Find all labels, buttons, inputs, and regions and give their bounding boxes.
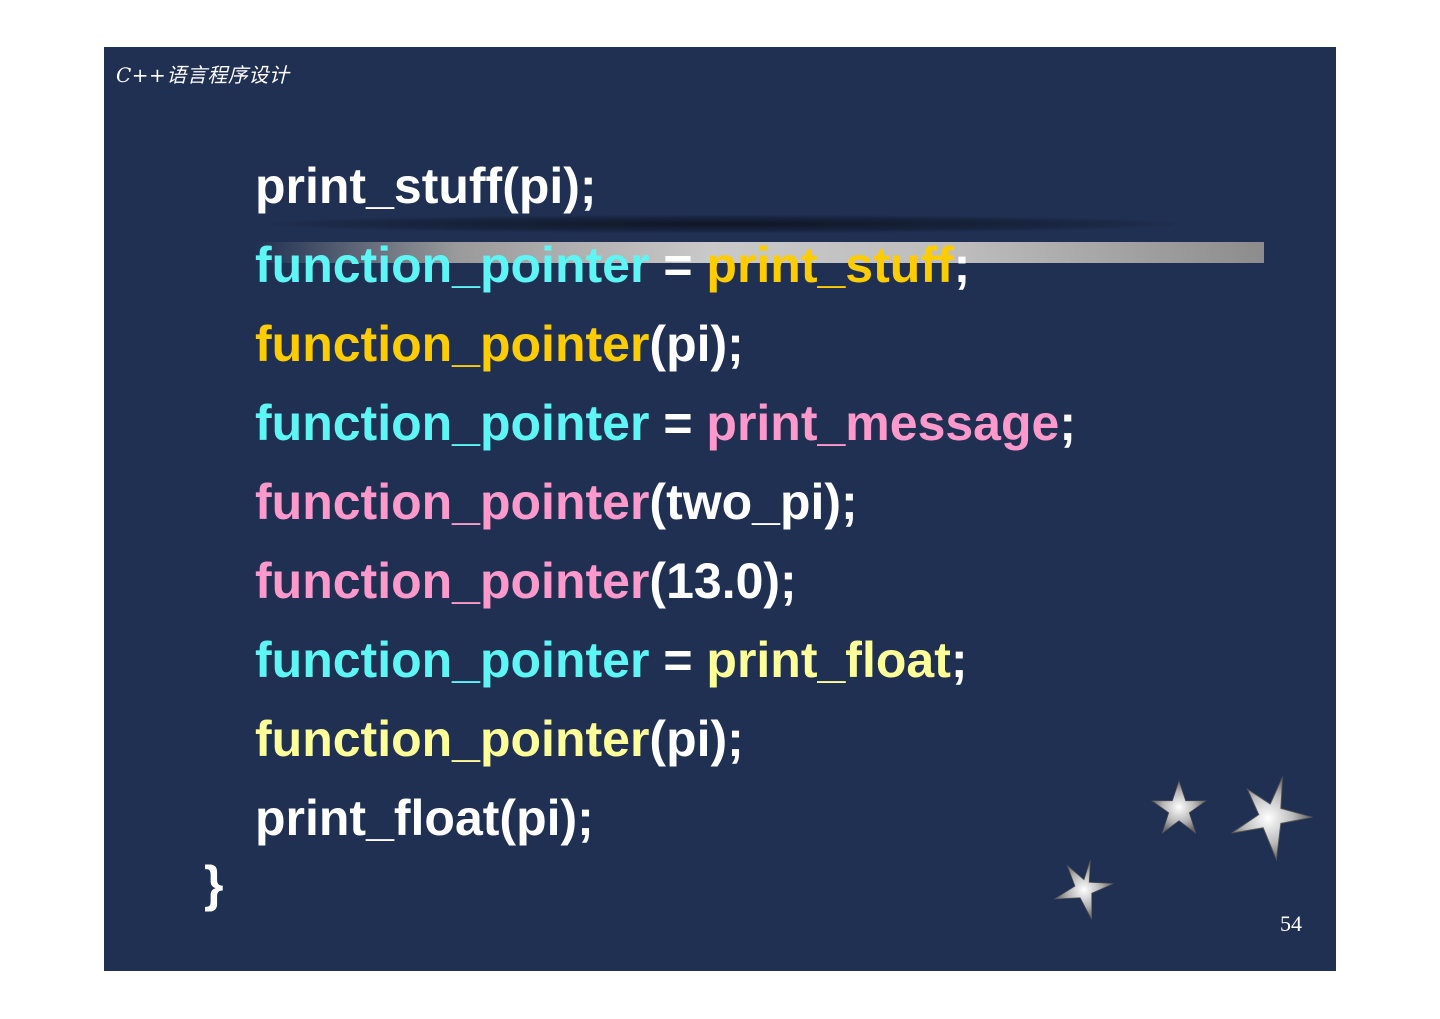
page-number: 54 <box>1280 911 1302 936</box>
code-token: function_pointer <box>255 237 650 293</box>
code-line: function_pointer(pi); <box>255 305 1076 384</box>
code-token: = <box>649 632 707 688</box>
code-line: print_float(pi); <box>255 779 1076 858</box>
code-line: print_stuff(pi); <box>255 147 1076 226</box>
code-token: ; <box>953 237 971 293</box>
star-icon <box>1053 859 1114 920</box>
code-token: (pi); <box>649 711 744 767</box>
star-icon <box>1231 776 1313 862</box>
star-icon <box>1151 780 1207 835</box>
code-line: function_pointer(two_pi); <box>255 463 1076 542</box>
code-token: function_pointer <box>255 395 650 451</box>
code-token: (pi); <box>649 316 744 372</box>
code-line: function_pointer = print_float; <box>255 621 1076 700</box>
code-token: function_pointer <box>255 553 650 609</box>
code-token: (13.0); <box>649 553 797 609</box>
code-token: print_stuff <box>706 237 954 293</box>
code-token: print_float(pi); <box>255 790 594 846</box>
code-token: = <box>649 395 707 451</box>
course-title: C++语言程序设计 <box>116 63 290 87</box>
code-token: print_message <box>706 395 1060 451</box>
code-token: ; <box>950 632 968 688</box>
code-line: function_pointer = print_message; <box>255 384 1076 463</box>
code-token: ; <box>1059 395 1076 451</box>
slide: C++语言程序设计 print_stuff(pi); function_point… <box>104 47 1336 971</box>
code-token: function_pointer <box>255 474 650 530</box>
code-token: print_stuff(pi); <box>255 158 597 214</box>
code-token: = <box>649 237 707 293</box>
code-block: print_stuff(pi); function_pointer = print… <box>255 147 1076 858</box>
code-token: print_float <box>706 632 951 688</box>
code-token: function_pointer <box>255 711 650 767</box>
code-token: (two_pi); <box>649 474 858 530</box>
code-line: function_pointer(13.0); <box>255 542 1076 621</box>
code-line: function_pointer(pi); <box>255 700 1076 779</box>
code-token: function_pointer <box>255 316 650 372</box>
closing-brace: } <box>204 856 224 912</box>
code-line: function_pointer = print_stuff; <box>255 226 1076 305</box>
code-token: function_pointer <box>255 632 650 688</box>
